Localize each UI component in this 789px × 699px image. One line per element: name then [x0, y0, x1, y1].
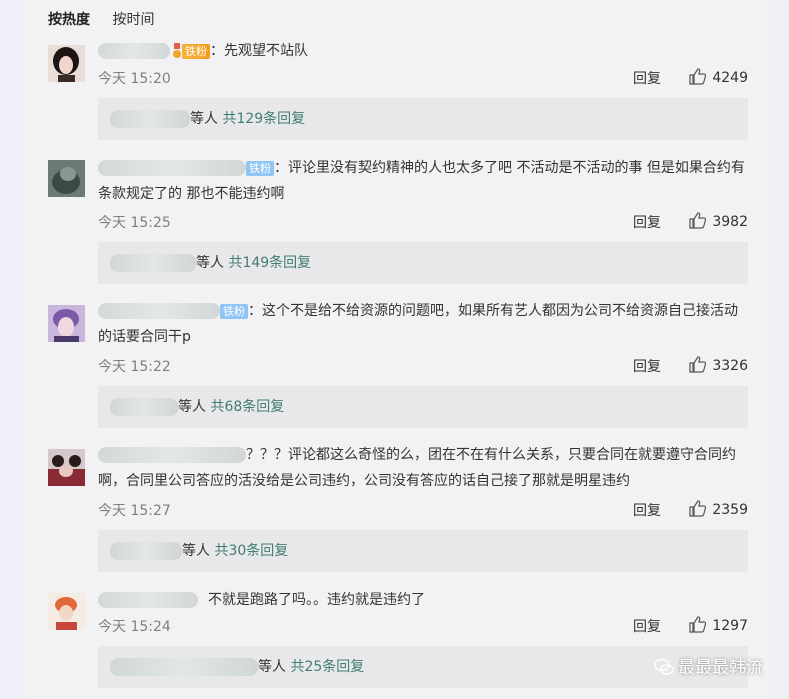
like-button[interactable]: 1297: [689, 616, 748, 634]
reply-suffix: 等人: [182, 543, 210, 559]
wechat-icon: [654, 658, 674, 675]
like-count: 2359: [712, 502, 748, 518]
reply-count-link[interactable]: 共129条回复: [222, 111, 305, 127]
replies-summary[interactable]: 等人 共25条回复: [98, 646, 748, 688]
comment-time: 今天 15:27: [98, 503, 171, 519]
comment-meta: 今天 15:24 回复 1297: [98, 616, 748, 636]
reply-count-link[interactable]: 共68条回复: [210, 399, 284, 415]
comment-time: 今天 15:20: [98, 71, 171, 87]
reply-users-blurred: [110, 658, 258, 676]
watermark-text: 最最最韩流: [678, 658, 763, 678]
username-blurred[interactable]: [98, 303, 220, 319]
reply-button[interactable]: 回复: [633, 212, 661, 232]
reply-count-link[interactable]: 共30条回复: [214, 543, 288, 559]
like-button[interactable]: 2359: [689, 500, 748, 518]
like-count: 3982: [712, 214, 748, 230]
medal-icon: [173, 43, 181, 58]
reply-users-blurred: [110, 398, 178, 416]
comment-time: 今天 15:25: [98, 215, 171, 231]
reply-suffix: 等人: [196, 255, 224, 271]
replies-summary[interactable]: 等人 共129条回复: [98, 98, 748, 140]
username-blurred[interactable]: [98, 447, 246, 463]
thumbs-up-icon: [689, 212, 707, 229]
comment-text-line: 铁粉 ：先观望不站队: [98, 38, 748, 64]
reply-users-blurred: [110, 254, 196, 272]
thumbs-up-icon: [689, 616, 707, 633]
fan-badge: 铁粉: [182, 43, 210, 59]
comment-meta: 今天 15:25 回复 3982: [98, 212, 748, 232]
like-count: 3326: [712, 358, 748, 374]
comment-text-line: 铁粉 ：评论里没有契约精神的人也太多了吧 不活动是不活动的事 但是如果合约有条款规…: [98, 155, 748, 207]
thumbs-up-icon: [689, 356, 707, 373]
reply-suffix: 等人: [190, 111, 218, 127]
comment-meta: 今天 15:22 回复 3326: [98, 356, 748, 376]
comment-text-line: 不就是跑路了吗。。违约就是违约了: [98, 587, 748, 613]
reply-button[interactable]: 回复: [633, 356, 661, 376]
reply-count-link[interactable]: 共149条回复: [228, 255, 311, 271]
comment-content: ：先观望不站队: [210, 43, 308, 59]
sort-by-hot-tab[interactable]: 按热度: [48, 12, 90, 28]
wechat-watermark: 最最最韩流: [654, 653, 763, 678]
reply-button[interactable]: 回复: [633, 616, 661, 636]
fan-badge: 铁粉: [246, 160, 274, 176]
username-blurred[interactable]: [98, 160, 246, 176]
avatar[interactable]: [48, 160, 85, 197]
comment-text-line: ？？？评论都这么奇怪的么，团在不在有什么关系，只要合同在就要遵守合同约啊，合同里…: [98, 442, 748, 494]
comments-panel: 按热度 按时间 铁粉 ：先观望不站队 今天 15:20 回复 4249 等人 共1…: [26, 0, 771, 699]
avatar[interactable]: [48, 45, 85, 82]
reply-users-blurred: [110, 542, 182, 560]
replies-summary[interactable]: 等人 共149条回复: [98, 242, 748, 284]
comment-time: 今天 15:24: [98, 619, 171, 635]
thumbs-up-icon: [689, 68, 707, 85]
reply-button[interactable]: 回复: [633, 500, 661, 520]
username-blurred[interactable]: [98, 592, 198, 608]
thumbs-up-icon: [689, 500, 707, 517]
comment-meta: 今天 15:27 回复 2359: [98, 500, 748, 520]
replies-summary[interactable]: 等人 共68条回复: [98, 386, 748, 428]
reply-suffix: 等人: [178, 399, 206, 415]
reply-users-blurred: [110, 110, 190, 128]
like-button[interactable]: 3982: [689, 212, 748, 230]
comment-text-line: 铁粉 ：这个不是给不给资源的问题吧，如果所有艺人都因为公司不给资源自己接活动的话要…: [98, 298, 748, 350]
like-button[interactable]: 4249: [689, 68, 748, 86]
comment-meta: 今天 15:20 回复 4249: [98, 68, 748, 88]
avatar[interactable]: [48, 593, 85, 630]
comment-content: 不就是跑路了吗。。违约就是违约了: [208, 592, 425, 608]
username-blurred[interactable]: [98, 43, 170, 59]
avatar[interactable]: [48, 305, 85, 342]
sort-bar: 按热度 按时间: [48, 9, 172, 29]
reply-count-link[interactable]: 共25条回复: [290, 659, 364, 675]
reply-button[interactable]: 回复: [633, 68, 661, 88]
sort-by-time-tab[interactable]: 按时间: [112, 12, 154, 28]
like-button[interactable]: 3326: [689, 356, 748, 374]
like-count: 1297: [712, 618, 748, 634]
replies-summary[interactable]: 等人 共30条回复: [98, 530, 748, 572]
like-count: 4249: [712, 70, 748, 86]
comment-time: 今天 15:22: [98, 359, 171, 375]
reply-suffix: 等人: [258, 659, 286, 675]
fan-badge: 铁粉: [220, 303, 248, 319]
avatar[interactable]: [48, 449, 85, 486]
